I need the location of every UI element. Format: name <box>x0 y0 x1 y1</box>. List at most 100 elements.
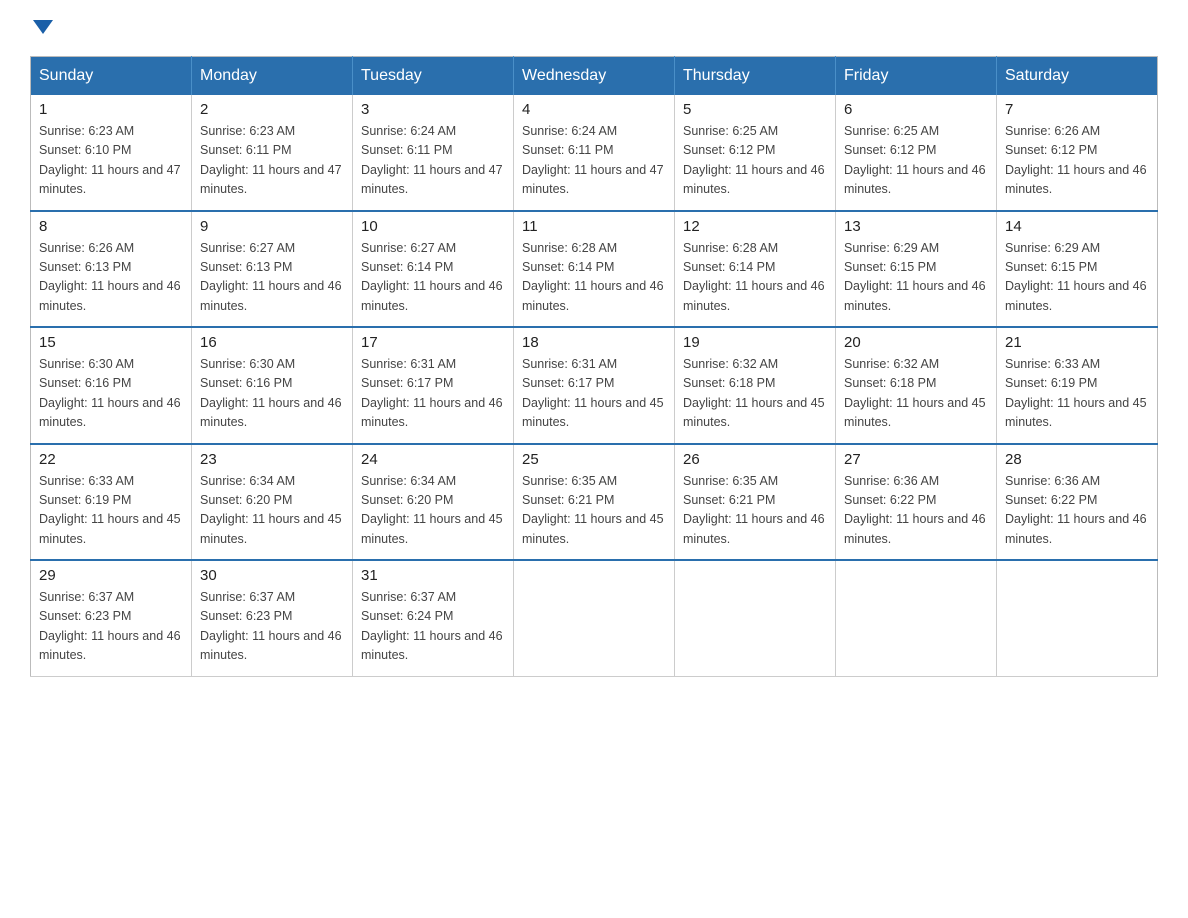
day-info: Sunrise: 6:37 AMSunset: 6:24 PMDaylight:… <box>361 588 505 666</box>
day-number: 20 <box>844 334 988 351</box>
day-number: 18 <box>522 334 666 351</box>
day-number: 29 <box>39 567 183 584</box>
day-info: Sunrise: 6:23 AMSunset: 6:11 PMDaylight:… <box>200 122 344 200</box>
weekday-header: Saturday <box>997 57 1158 96</box>
day-number: 10 <box>361 218 505 235</box>
day-number: 16 <box>200 334 344 351</box>
day-info: Sunrise: 6:36 AMSunset: 6:22 PMDaylight:… <box>1005 472 1149 550</box>
day-number: 13 <box>844 218 988 235</box>
day-info: Sunrise: 6:23 AMSunset: 6:10 PMDaylight:… <box>39 122 183 200</box>
day-info: Sunrise: 6:33 AMSunset: 6:19 PMDaylight:… <box>39 472 183 550</box>
calendar-day-cell: 7 Sunrise: 6:26 AMSunset: 6:12 PMDayligh… <box>997 95 1158 211</box>
calendar-header-row: SundayMondayTuesdayWednesdayThursdayFrid… <box>31 57 1158 96</box>
day-number: 24 <box>361 451 505 468</box>
day-info: Sunrise: 6:30 AMSunset: 6:16 PMDaylight:… <box>200 355 344 433</box>
calendar-day-cell: 26 Sunrise: 6:35 AMSunset: 6:21 PMDaylig… <box>675 444 836 561</box>
day-info: Sunrise: 6:29 AMSunset: 6:15 PMDaylight:… <box>1005 239 1149 317</box>
day-number: 19 <box>683 334 827 351</box>
calendar-day-cell: 25 Sunrise: 6:35 AMSunset: 6:21 PMDaylig… <box>514 444 675 561</box>
day-number: 9 <box>200 218 344 235</box>
calendar-day-cell: 4 Sunrise: 6:24 AMSunset: 6:11 PMDayligh… <box>514 95 675 211</box>
calendar-table: SundayMondayTuesdayWednesdayThursdayFrid… <box>30 56 1158 677</box>
calendar-day-cell: 17 Sunrise: 6:31 AMSunset: 6:17 PMDaylig… <box>353 327 514 444</box>
weekday-header: Sunday <box>31 57 192 96</box>
calendar-day-cell: 22 Sunrise: 6:33 AMSunset: 6:19 PMDaylig… <box>31 444 192 561</box>
weekday-header: Monday <box>192 57 353 96</box>
calendar-day-cell: 11 Sunrise: 6:28 AMSunset: 6:14 PMDaylig… <box>514 211 675 328</box>
calendar-day-cell: 31 Sunrise: 6:37 AMSunset: 6:24 PMDaylig… <box>353 560 514 676</box>
calendar-day-cell: 5 Sunrise: 6:25 AMSunset: 6:12 PMDayligh… <box>675 95 836 211</box>
day-number: 30 <box>200 567 344 584</box>
day-info: Sunrise: 6:27 AMSunset: 6:13 PMDaylight:… <box>200 239 344 317</box>
calendar-day-cell: 27 Sunrise: 6:36 AMSunset: 6:22 PMDaylig… <box>836 444 997 561</box>
day-number: 1 <box>39 101 183 118</box>
calendar-week-row: 1 Sunrise: 6:23 AMSunset: 6:10 PMDayligh… <box>31 95 1158 211</box>
calendar-day-cell <box>836 560 997 676</box>
day-info: Sunrise: 6:25 AMSunset: 6:12 PMDaylight:… <box>683 122 827 200</box>
calendar-day-cell <box>675 560 836 676</box>
day-info: Sunrise: 6:25 AMSunset: 6:12 PMDaylight:… <box>844 122 988 200</box>
calendar-day-cell: 20 Sunrise: 6:32 AMSunset: 6:18 PMDaylig… <box>836 327 997 444</box>
weekday-header: Tuesday <box>353 57 514 96</box>
day-number: 27 <box>844 451 988 468</box>
calendar-day-cell: 1 Sunrise: 6:23 AMSunset: 6:10 PMDayligh… <box>31 95 192 211</box>
calendar-day-cell: 24 Sunrise: 6:34 AMSunset: 6:20 PMDaylig… <box>353 444 514 561</box>
day-number: 4 <box>522 101 666 118</box>
calendar-day-cell: 23 Sunrise: 6:34 AMSunset: 6:20 PMDaylig… <box>192 444 353 561</box>
day-info: Sunrise: 6:37 AMSunset: 6:23 PMDaylight:… <box>39 588 183 666</box>
day-number: 15 <box>39 334 183 351</box>
day-info: Sunrise: 6:28 AMSunset: 6:14 PMDaylight:… <box>522 239 666 317</box>
calendar-week-row: 22 Sunrise: 6:33 AMSunset: 6:19 PMDaylig… <box>31 444 1158 561</box>
weekday-header: Wednesday <box>514 57 675 96</box>
calendar-day-cell: 3 Sunrise: 6:24 AMSunset: 6:11 PMDayligh… <box>353 95 514 211</box>
calendar-day-cell <box>997 560 1158 676</box>
day-info: Sunrise: 6:28 AMSunset: 6:14 PMDaylight:… <box>683 239 827 317</box>
calendar-day-cell: 13 Sunrise: 6:29 AMSunset: 6:15 PMDaylig… <box>836 211 997 328</box>
day-number: 28 <box>1005 451 1149 468</box>
day-number: 23 <box>200 451 344 468</box>
calendar-day-cell: 8 Sunrise: 6:26 AMSunset: 6:13 PMDayligh… <box>31 211 192 328</box>
calendar-day-cell: 28 Sunrise: 6:36 AMSunset: 6:22 PMDaylig… <box>997 444 1158 561</box>
day-info: Sunrise: 6:26 AMSunset: 6:12 PMDaylight:… <box>1005 122 1149 200</box>
day-number: 22 <box>39 451 183 468</box>
calendar-day-cell: 2 Sunrise: 6:23 AMSunset: 6:11 PMDayligh… <box>192 95 353 211</box>
logo-arrow-icon <box>33 20 53 34</box>
calendar-week-row: 29 Sunrise: 6:37 AMSunset: 6:23 PMDaylig… <box>31 560 1158 676</box>
calendar-day-cell: 12 Sunrise: 6:28 AMSunset: 6:14 PMDaylig… <box>675 211 836 328</box>
calendar-day-cell: 16 Sunrise: 6:30 AMSunset: 6:16 PMDaylig… <box>192 327 353 444</box>
logo <box>30 20 53 36</box>
calendar-day-cell: 15 Sunrise: 6:30 AMSunset: 6:16 PMDaylig… <box>31 327 192 444</box>
day-number: 3 <box>361 101 505 118</box>
day-number: 14 <box>1005 218 1149 235</box>
calendar-week-row: 15 Sunrise: 6:30 AMSunset: 6:16 PMDaylig… <box>31 327 1158 444</box>
day-info: Sunrise: 6:34 AMSunset: 6:20 PMDaylight:… <box>361 472 505 550</box>
day-info: Sunrise: 6:33 AMSunset: 6:19 PMDaylight:… <box>1005 355 1149 433</box>
calendar-day-cell: 21 Sunrise: 6:33 AMSunset: 6:19 PMDaylig… <box>997 327 1158 444</box>
day-number: 25 <box>522 451 666 468</box>
calendar-day-cell: 29 Sunrise: 6:37 AMSunset: 6:23 PMDaylig… <box>31 560 192 676</box>
day-number: 11 <box>522 218 666 235</box>
day-info: Sunrise: 6:37 AMSunset: 6:23 PMDaylight:… <box>200 588 344 666</box>
page-header <box>30 20 1158 36</box>
day-number: 7 <box>1005 101 1149 118</box>
calendar-day-cell: 18 Sunrise: 6:31 AMSunset: 6:17 PMDaylig… <box>514 327 675 444</box>
weekday-header: Friday <box>836 57 997 96</box>
day-info: Sunrise: 6:27 AMSunset: 6:14 PMDaylight:… <box>361 239 505 317</box>
calendar-day-cell: 30 Sunrise: 6:37 AMSunset: 6:23 PMDaylig… <box>192 560 353 676</box>
day-info: Sunrise: 6:30 AMSunset: 6:16 PMDaylight:… <box>39 355 183 433</box>
logo-text <box>30 20 53 34</box>
day-info: Sunrise: 6:32 AMSunset: 6:18 PMDaylight:… <box>844 355 988 433</box>
calendar-week-row: 8 Sunrise: 6:26 AMSunset: 6:13 PMDayligh… <box>31 211 1158 328</box>
day-number: 17 <box>361 334 505 351</box>
day-info: Sunrise: 6:24 AMSunset: 6:11 PMDaylight:… <box>522 122 666 200</box>
day-number: 2 <box>200 101 344 118</box>
day-number: 8 <box>39 218 183 235</box>
calendar-day-cell: 19 Sunrise: 6:32 AMSunset: 6:18 PMDaylig… <box>675 327 836 444</box>
day-info: Sunrise: 6:26 AMSunset: 6:13 PMDaylight:… <box>39 239 183 317</box>
calendar-day-cell <box>514 560 675 676</box>
day-info: Sunrise: 6:35 AMSunset: 6:21 PMDaylight:… <box>683 472 827 550</box>
day-info: Sunrise: 6:35 AMSunset: 6:21 PMDaylight:… <box>522 472 666 550</box>
calendar-day-cell: 9 Sunrise: 6:27 AMSunset: 6:13 PMDayligh… <box>192 211 353 328</box>
day-info: Sunrise: 6:29 AMSunset: 6:15 PMDaylight:… <box>844 239 988 317</box>
day-number: 12 <box>683 218 827 235</box>
